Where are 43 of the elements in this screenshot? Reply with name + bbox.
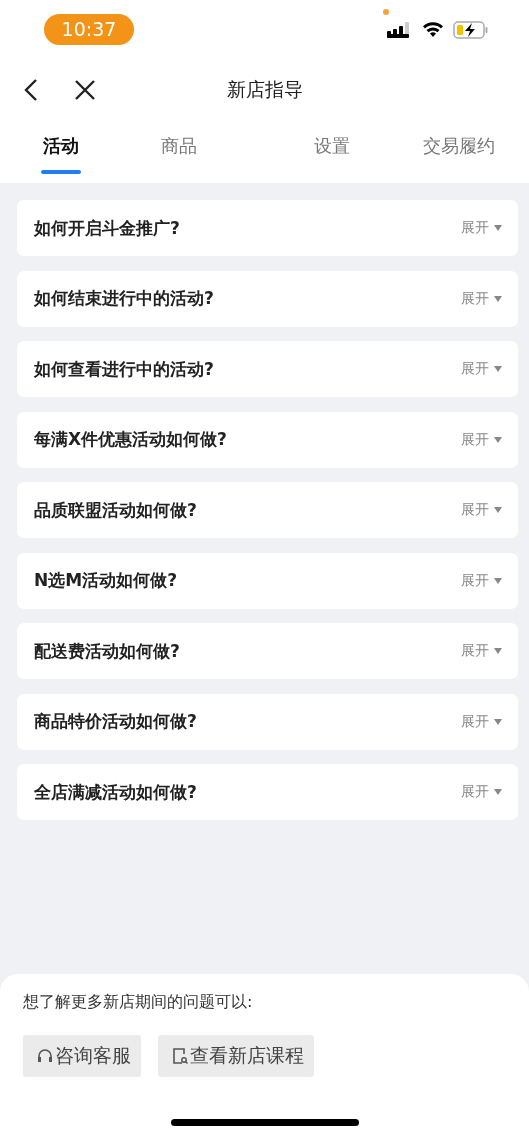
page-title: 新店指导 (226, 77, 303, 102)
question-text: 每满X件优惠活动如何做? (34, 428, 228, 451)
status-time: 10:37 (44, 13, 134, 45)
tab[interactable]: 设置 (255, 120, 409, 183)
wifi-icon (422, 22, 444, 38)
faq-card[interactable]: 如何开启斗金推广? 展开 (17, 200, 518, 256)
headset-icon (37, 1048, 53, 1064)
document-search-icon (172, 1047, 188, 1065)
expand-toggle[interactable]: 展开 (461, 430, 489, 449)
footer-button[interactable]: 咨询客服 (23, 1035, 141, 1077)
tab[interactable]: 交易履约 (409, 120, 509, 183)
question-text: 品质联盟活动如何做? (34, 498, 198, 522)
faq-card[interactable]: 品质联盟活动如何做? 展开 (17, 482, 518, 538)
expand-toggle[interactable]: 展开 (461, 712, 489, 731)
prompt-text: 想了解更多新店期间的问题可以: (23, 992, 254, 1013)
question-text: 全店满减活动如何做? (34, 780, 198, 804)
expand-toggle[interactable]: 展开 (461, 642, 489, 660)
back-icon[interactable] (24, 78, 38, 102)
expand-toggle[interactable]: 展开 (461, 219, 489, 237)
question-text: 如何开启斗金推广? (34, 216, 181, 240)
faq-card[interactable]: 如何查看进行中的活动? 展开 (17, 341, 518, 397)
question-text: 商品特价活动如何做? (34, 710, 198, 733)
footer-button[interactable]: 查看新店课程 (158, 1035, 314, 1077)
indicator-dot (383, 9, 389, 15)
faq-card[interactable]: 全店满减活动如何做? 展开 (17, 764, 518, 820)
faq-card[interactable]: 配送费活动如何做? 展开 (17, 623, 518, 679)
question-text: 如何查看进行中的活动? (34, 357, 215, 381)
battery-charging-icon (453, 21, 489, 39)
faq-card[interactable]: 如何结束进行中的活动? 展开 (17, 270, 518, 327)
tab[interactable]: 商品 (102, 120, 256, 183)
expand-toggle[interactable]: 展开 (461, 289, 489, 308)
faq-card[interactable]: N选M活动如何做? 展开 (17, 552, 518, 609)
faq-card[interactable]: 每满X件优惠活动如何做? 展开 (17, 411, 518, 468)
expand-toggle[interactable]: 展开 (461, 571, 489, 590)
tab[interactable]: 活动 (20, 120, 102, 183)
question-text: N选M活动如何做? (34, 569, 178, 592)
expand-toggle[interactable]: 展开 (461, 501, 489, 519)
expand-toggle[interactable]: 展开 (461, 783, 489, 801)
question-text: 如何结束进行中的活动? (34, 287, 215, 310)
expand-toggle[interactable]: 展开 (461, 360, 489, 378)
faq-card[interactable]: 商品特价活动如何做? 展开 (17, 693, 518, 750)
close-icon[interactable] (74, 79, 96, 101)
question-text: 配送费活动如何做? (34, 639, 181, 663)
